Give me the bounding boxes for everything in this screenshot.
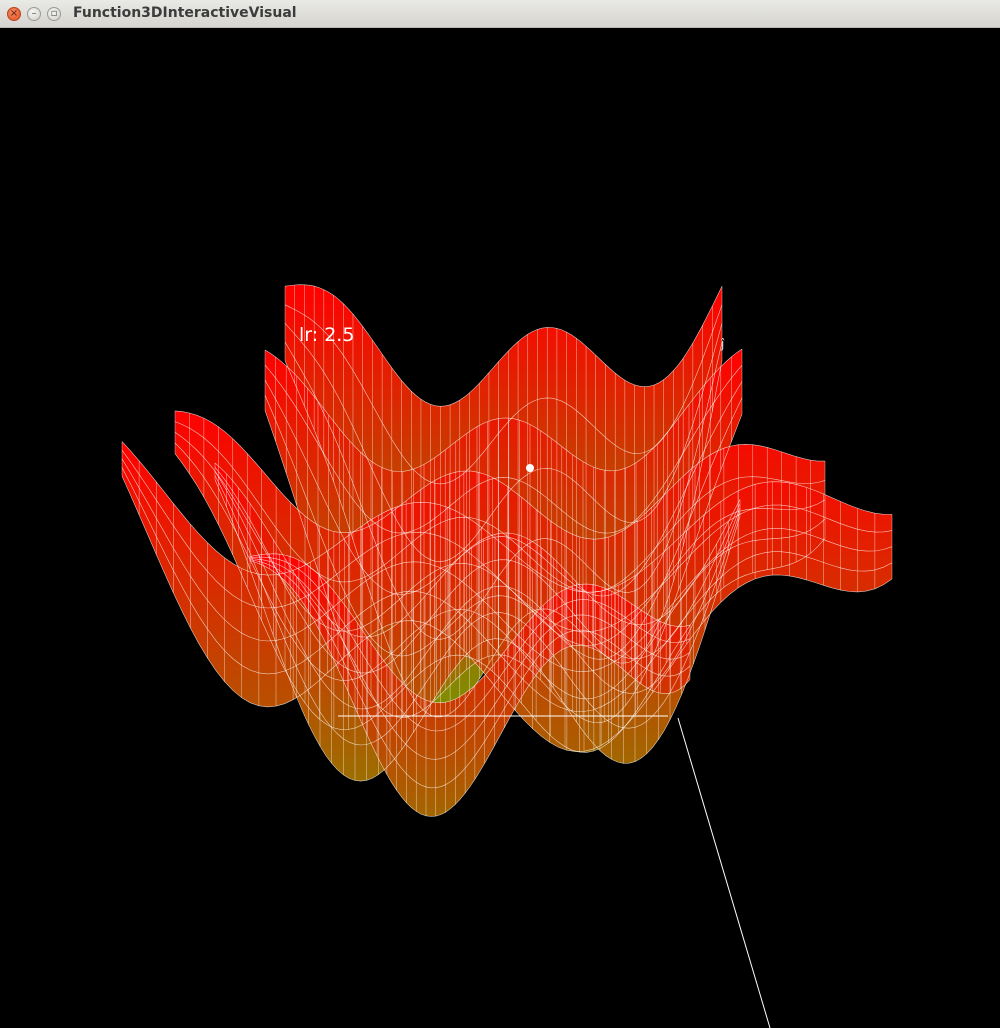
3d-surface-canvas[interactable]: lr: 2.5 ĵ — [0, 28, 1000, 1028]
close-icon: × — [9, 8, 19, 19]
maximize-button[interactable]: ▫ — [47, 7, 61, 21]
stray-glyph: ĵ — [721, 337, 725, 351]
window-title: Function3DInteractiveVisual — [73, 5, 297, 21]
minimize-icon: – — [31, 8, 37, 19]
close-button[interactable]: × — [7, 7, 21, 21]
learning-rate-label: lr: 2.5 — [299, 324, 355, 346]
current-point-marker — [526, 464, 534, 472]
minimize-button[interactable]: – — [27, 7, 41, 21]
window-titlebar: × – ▫ Function3DInteractiveVisual — [0, 0, 1000, 28]
surface-plot[interactable] — [0, 28, 1000, 1028]
axis-z-line — [677, 717, 771, 1028]
maximize-icon: ▫ — [50, 8, 58, 19]
